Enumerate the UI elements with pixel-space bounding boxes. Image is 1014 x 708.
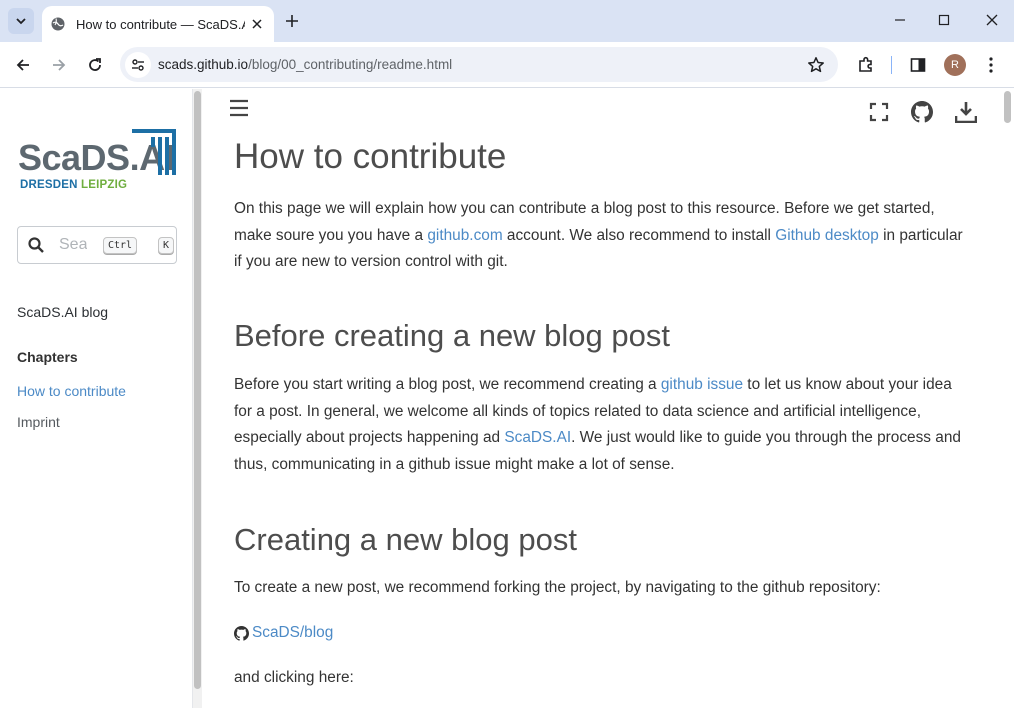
scads-ai-link[interactable]: ScaDS.AI [504,429,571,446]
repo-link-paragraph: ScaDS/blog [234,620,969,650]
url-path: /blog/00_contributing/readme.html [248,57,453,72]
github-com-link[interactable]: github.com [427,227,502,244]
toggle-sidebar-button[interactable] [227,96,251,120]
new-tab-button[interactable] [282,11,302,31]
side-panel-icon [910,58,926,72]
github-issue-link[interactable]: github issue [661,376,743,393]
tab-title: How to contribute — ScaDS.AI blog [76,16,245,32]
maximize-button[interactable] [930,8,958,32]
fullscreen-icon [869,102,889,122]
arrow-right-icon [53,59,66,71]
close-window-button[interactable] [978,8,1006,32]
web-page: ScaDS.AI DRESDEN LEIPZIG Search this boo… [0,89,1014,708]
content-scrollbar[interactable] [1001,89,1014,708]
extensions-button[interactable] [852,51,880,79]
address-bar[interactable]: scads.github.io/blog/00_contributing/rea… [120,47,838,82]
browser-tab[interactable]: How to contribute — ScaDS.AI blog [42,6,274,42]
section1-paragraph: Before you start writing a blog post, we… [234,372,969,478]
repo-link-text: ScaDS/blog [252,624,334,641]
github-icon [234,625,249,641]
browser-toolbar: scads.github.io/blog/00_contributing/rea… [0,42,1014,88]
scads-blog-repo-link[interactable]: ScaDS/blog [234,620,333,647]
plus-icon [286,15,298,27]
globe-icon [50,16,66,32]
profile-avatar[interactable]: R [944,54,966,76]
logo-city-leipzig: LEIPZIG [81,179,128,191]
arrow-left-icon [16,59,29,71]
search-icon [27,236,45,254]
download-icon [955,102,977,123]
sidebar-item-how-to-contribute[interactable]: How to contribute [17,383,126,399]
shortcut-ctrl-key: Ctrl [103,237,138,254]
bookmark-star-icon[interactable] [806,55,826,75]
hamburger-menu-icon [230,99,248,117]
minimize-icon [895,19,905,21]
intro-paragraph: On this page we will explain how you can… [234,196,969,276]
reload-icon [89,58,101,71]
sidebar-chapters-heading: Chapters [17,349,78,365]
logo-bars-icon [132,129,176,175]
minimize-button[interactable] [886,8,914,32]
close-icon [986,14,998,26]
logo-subtitle: DRESDEN LEIPZIG [20,179,127,191]
sidebar-item-imprint[interactable]: Imprint [17,414,60,430]
fullscreen-button[interactable] [867,100,891,124]
search-placeholder: Search this book [59,236,87,253]
logo-city-dresden: DRESDEN [20,179,78,191]
scads-logo[interactable]: ScaDS.AI DRESDEN LEIPZIG [18,127,178,197]
sidebar-scrollbar-thumb[interactable] [194,91,201,689]
intro-text-2: account. We also recommend to install [502,226,776,244]
sidebar-scrollbar[interactable] [193,89,202,708]
close-tab-icon[interactable] [249,15,266,33]
s1-text-1: Before you start writing a blog post, we… [234,376,661,393]
book-sidebar: ScaDS.AI DRESDEN LEIPZIG Search this boo… [0,89,193,708]
section2-paragraph-1: To create a new post, we recommend forki… [234,579,881,596]
side-panel-button[interactable] [904,51,932,79]
download-button[interactable] [954,100,978,124]
browser-menu-button[interactable] [977,51,1005,79]
puzzle-icon [859,56,872,72]
toolbar-divider [891,56,892,74]
search-input[interactable]: Search this book Ctrl K [17,226,177,264]
section-heading-before-creating: Before creating a new blog post [234,318,670,353]
page-title: How to contribute [234,137,507,176]
kebab-menu-icon [989,57,993,73]
maximize-icon [938,14,950,26]
chevron-down-icon [16,18,26,25]
content-scrollbar-thumb[interactable] [1004,91,1011,123]
tab-search-button[interactable] [8,8,34,34]
shortcut-k-key: K [158,237,175,254]
back-button[interactable] [9,51,37,79]
site-info-icon[interactable] [125,51,151,78]
url-host: scads.github.io [158,57,249,72]
section2-paragraph-2: and clicking here: [234,669,354,686]
sidebar-item-blog[interactable]: ScaDS.AI blog [17,304,108,320]
forward-button[interactable] [45,51,73,79]
url-text: scads.github.io/blog/00_contributing/rea… [158,57,452,72]
section-heading-creating-new-post: Creating a new blog post [234,522,577,557]
github-repo-button[interactable] [910,100,934,124]
browser-tab-bar: How to contribute — ScaDS.AI blog [0,0,1014,42]
github-icon [911,101,933,123]
github-desktop-link[interactable]: Github desktop [775,227,879,244]
reload-button[interactable] [81,51,109,79]
